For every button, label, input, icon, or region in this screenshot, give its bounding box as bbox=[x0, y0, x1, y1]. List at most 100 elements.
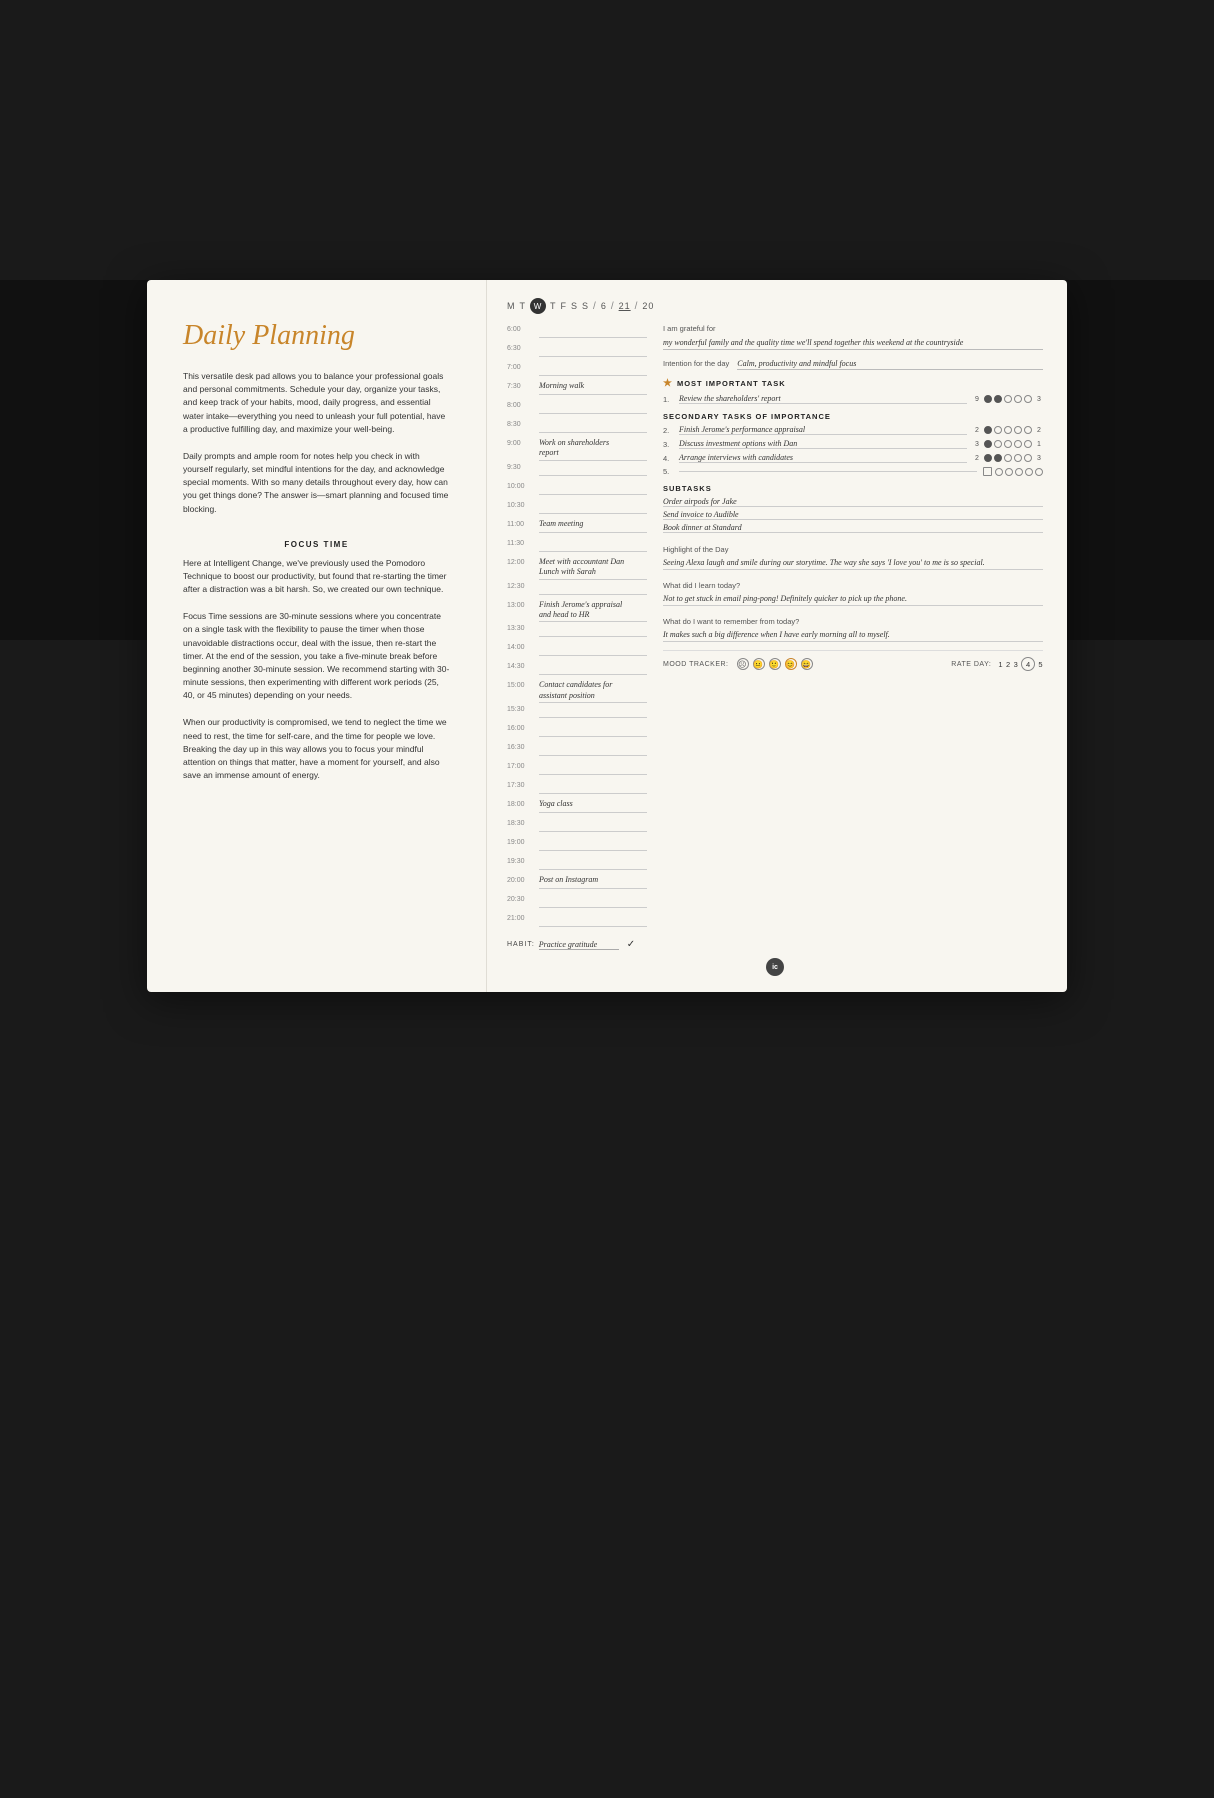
learned-value[interactable]: Not to get stuck in email ping-pong! Def… bbox=[663, 593, 1043, 606]
dot-3-1 bbox=[984, 440, 992, 448]
sep2: / bbox=[611, 301, 615, 312]
rate-3[interactable]: 3 bbox=[1014, 660, 1019, 669]
highlight-value[interactable]: Seeing Alexa laugh and smile during our … bbox=[663, 557, 1043, 570]
remember-value[interactable]: It makes such a big difference when I ha… bbox=[663, 629, 1043, 642]
schedule-row-800: 8:00 bbox=[507, 400, 647, 418]
day-t1[interactable]: T bbox=[520, 301, 527, 311]
schedule-column: 6:00 6:30 7:00 7:30 Morning walk 8:00 bbox=[507, 324, 647, 950]
schedule-row-1330: 13:30 bbox=[507, 623, 647, 641]
dot-2-3 bbox=[1004, 426, 1012, 434]
time-1300: 13:00 bbox=[507, 600, 539, 609]
entry-1300[interactable]: Finish Jerome's appraisaland head to HR bbox=[539, 600, 647, 623]
task-text-1[interactable]: Review the shareholders' report bbox=[679, 394, 967, 404]
task-num-2: 2. bbox=[663, 426, 673, 435]
time-1730: 17:30 bbox=[507, 780, 539, 789]
highlight-label: Highlight of the Day bbox=[663, 545, 728, 554]
schedule-row-1000: 10:00 bbox=[507, 481, 647, 499]
schedule-row-1630: 16:30 bbox=[507, 742, 647, 760]
entry-2000[interactable]: Post on Instagram bbox=[539, 875, 647, 889]
date-year[interactable]: 20 bbox=[642, 301, 654, 311]
learned-label: What did I learn today? bbox=[663, 581, 740, 590]
schedule-row-1500: 15:00 Contact candidates forassistant po… bbox=[507, 680, 647, 703]
gratitude-section: I am grateful for my wonderful family an… bbox=[663, 324, 1043, 350]
schedule-row-1230: 12:30 bbox=[507, 581, 647, 599]
task-text-2[interactable]: Finish Jerome's performance appraisal bbox=[679, 425, 967, 435]
mood-4-active[interactable]: 😊 bbox=[785, 658, 797, 670]
subtask-text-2[interactable]: Send invoice to Audible bbox=[663, 510, 1043, 520]
day-s2[interactable]: S bbox=[582, 301, 589, 311]
entry-730[interactable]: Morning walk bbox=[539, 381, 647, 395]
time-630: 6:30 bbox=[507, 343, 539, 352]
dot-1-2 bbox=[994, 395, 1002, 403]
rating-actual-4: 3 bbox=[1035, 455, 1043, 462]
rate-2[interactable]: 2 bbox=[1006, 660, 1011, 669]
task-text-4[interactable]: Arrange interviews with candidates bbox=[679, 453, 967, 463]
rate-4-active[interactable]: 4 bbox=[1021, 657, 1035, 671]
mood-1[interactable]: ☹ bbox=[737, 658, 749, 670]
mood-5[interactable]: 😄 bbox=[801, 658, 813, 670]
day-t2[interactable]: T bbox=[550, 301, 557, 311]
entry-1200[interactable]: Meet with accountant DanLunch with Sarah bbox=[539, 557, 647, 580]
dot-1-5 bbox=[1024, 395, 1032, 403]
schedule-row-1030: 10:30 bbox=[507, 500, 647, 518]
time-1430: 14:30 bbox=[507, 661, 539, 670]
date-month[interactable]: 6 bbox=[601, 301, 607, 311]
time-2000: 20:00 bbox=[507, 875, 539, 884]
dot-5-5 bbox=[1035, 468, 1043, 476]
task-text-5[interactable] bbox=[679, 471, 977, 472]
focus-text-1: Here at Intelligent Change, we've previo… bbox=[183, 557, 450, 597]
habit-value[interactable]: Practice gratitude bbox=[539, 940, 619, 950]
rating-target-2: 2 bbox=[973, 427, 981, 434]
schedule-row-1700: 17:00 bbox=[507, 761, 647, 779]
entry-1100[interactable]: Team meeting bbox=[539, 519, 647, 533]
subtask-text-3[interactable]: Book dinner at Standard bbox=[663, 523, 1043, 533]
dots-5 bbox=[995, 468, 1043, 476]
star-icon: ★ bbox=[663, 378, 673, 389]
rate-5[interactable]: 5 bbox=[1038, 660, 1043, 669]
habit-checkmark[interactable]: ✓ bbox=[627, 939, 635, 950]
gratitude-value[interactable]: my wonderful family and the quality time… bbox=[663, 337, 1043, 350]
dot-2-5 bbox=[1024, 426, 1032, 434]
mood-section: MOOD TRACKER: ☹ 😐 🙂 😊 😄 bbox=[663, 658, 813, 670]
mood-3[interactable]: 🙂 bbox=[769, 658, 781, 670]
subtask-row-2: Send invoice to Audible bbox=[663, 510, 1043, 520]
subtask-row-1: Order airpods for Jake bbox=[663, 497, 1043, 507]
task-text-3[interactable]: Discuss investment options with Dan bbox=[679, 439, 967, 449]
time-1100: 11:00 bbox=[507, 519, 539, 528]
schedule-row-1200: 12:00 Meet with accountant DanLunch with… bbox=[507, 557, 647, 580]
time-1230: 12:30 bbox=[507, 581, 539, 590]
time-1930: 19:30 bbox=[507, 856, 539, 865]
entry-900[interactable]: Work on shareholdersreport bbox=[539, 438, 647, 461]
schedule-row-1800: 18:00 Yoga class bbox=[507, 799, 647, 817]
task-rating-5 bbox=[983, 467, 1043, 476]
task-row-2: 2. Finish Jerome's performance appraisal… bbox=[663, 425, 1043, 435]
tasks-column: I am grateful for my wonderful family an… bbox=[663, 324, 1043, 950]
entry-1800[interactable]: Yoga class bbox=[539, 799, 647, 813]
day-f[interactable]: F bbox=[561, 301, 568, 311]
dot-5-1 bbox=[995, 468, 1003, 476]
subtask-text-1[interactable]: Order airpods for Jake bbox=[663, 497, 1043, 507]
focus-heading: FOCUS TIME bbox=[183, 540, 450, 549]
reflection-section: Highlight of the Day Seeing Alexa laugh … bbox=[663, 539, 1043, 642]
mood-2[interactable]: 😐 bbox=[753, 658, 765, 670]
entry-1500[interactable]: Contact candidates forassistant position bbox=[539, 680, 647, 703]
schedule-row-730: 7:30 Morning walk bbox=[507, 381, 647, 399]
day-m[interactable]: M bbox=[507, 301, 516, 311]
intention-value[interactable]: Calm, productivity and mindful focus bbox=[737, 358, 1043, 370]
rate-1[interactable]: 1 bbox=[998, 660, 1003, 669]
schedule-row-1600: 16:00 bbox=[507, 723, 647, 741]
schedule-row-830: 8:30 bbox=[507, 419, 647, 437]
time-700: 7:00 bbox=[507, 362, 539, 371]
time-1330: 13:30 bbox=[507, 623, 539, 632]
schedule-row-930: 9:30 bbox=[507, 462, 647, 480]
remember-label: What do I want to remember from today? bbox=[663, 617, 799, 626]
schedule-row-1430: 14:30 bbox=[507, 661, 647, 679]
dot-5-3 bbox=[1015, 468, 1023, 476]
day-s1[interactable]: S bbox=[571, 301, 578, 311]
task-sq-5 bbox=[983, 467, 992, 476]
time-1200: 12:00 bbox=[507, 557, 539, 566]
day-w-active[interactable]: W bbox=[530, 298, 546, 314]
habit-row: HABIT: Practice gratitude ✓ bbox=[507, 939, 647, 950]
time-1030: 10:30 bbox=[507, 500, 539, 509]
date-day[interactable]: 21 bbox=[619, 301, 631, 311]
